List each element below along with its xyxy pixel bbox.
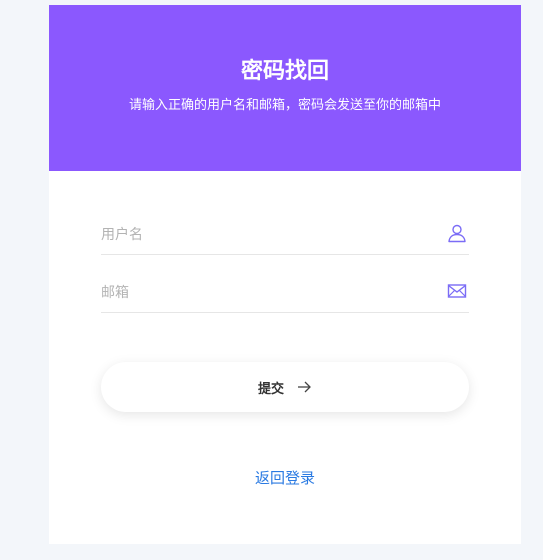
username-input[interactable] [101, 222, 431, 248]
arrow-right-icon [298, 381, 311, 393]
user-icon [448, 224, 466, 243]
password-recovery-card: 密码找回 请输入正确的用户名和邮箱，密码会发送至你的邮箱中 提交 返回登录 [49, 5, 521, 544]
email-field [101, 272, 469, 313]
mail-icon [447, 284, 467, 298]
page-title: 密码找回 [240, 59, 329, 84]
back-to-login-link[interactable]: 返回登录 [49, 467, 521, 489]
card-header: 密码找回 请输入正确的用户名和邮箱，密码会发送至你的邮箱中 [49, 5, 521, 171]
submit-button-label: 提交 [257, 381, 284, 397]
username-field [101, 214, 469, 255]
submit-button[interactable]: 提交 [101, 362, 469, 412]
page-subtitle: 请输入正确的用户名和邮箱，密码会发送至你的邮箱中 [128, 98, 441, 113]
email-input[interactable] [101, 280, 431, 306]
